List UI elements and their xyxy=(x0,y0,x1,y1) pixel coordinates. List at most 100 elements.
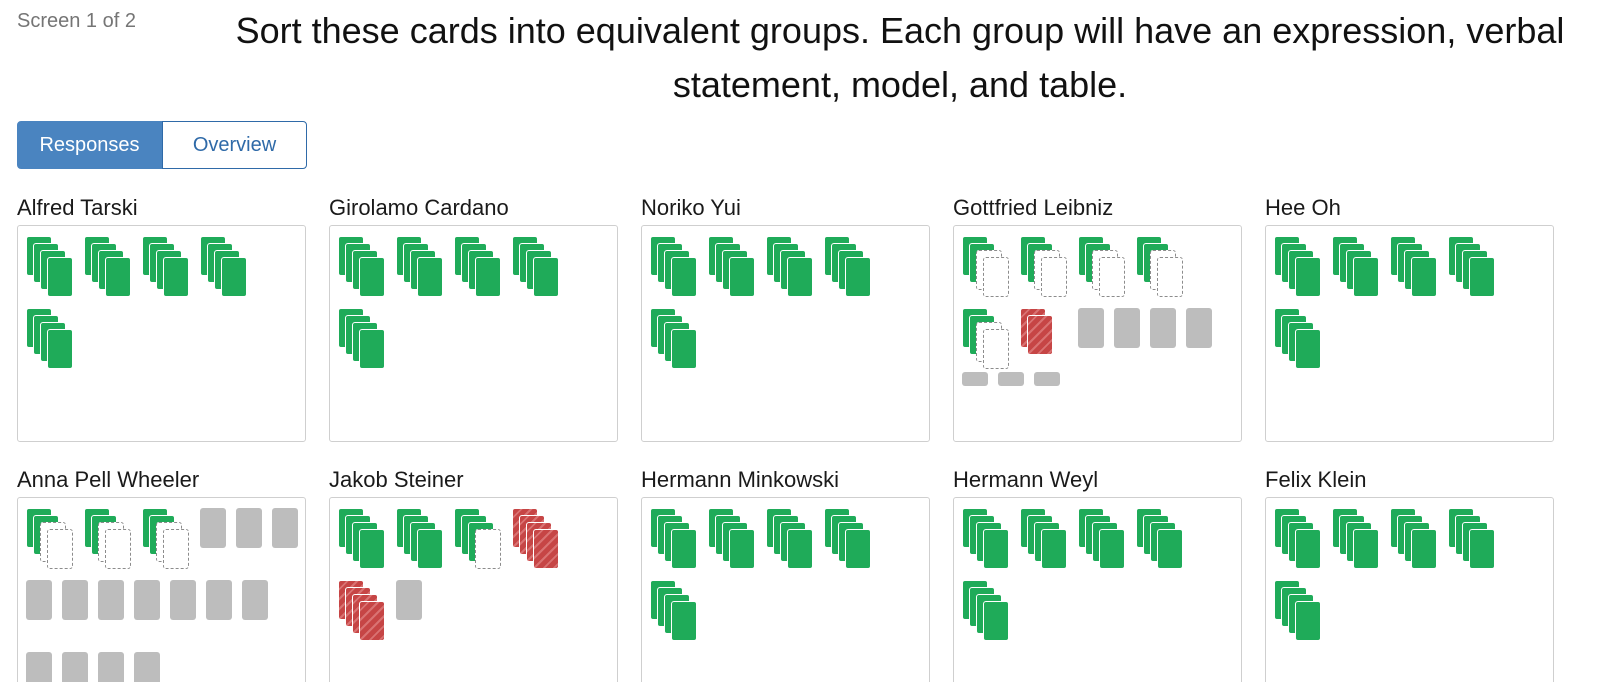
student-response-panel[interactable] xyxy=(953,497,1242,682)
student-name: Hee Oh xyxy=(1265,195,1341,220)
ungrouped-card[interactable] xyxy=(26,580,52,620)
card-group[interactable] xyxy=(1448,236,1498,300)
incorrect-card xyxy=(1027,315,1053,355)
card-group[interactable] xyxy=(338,508,388,572)
card-group[interactable] xyxy=(1332,236,1382,300)
ungrouped-card[interactable] xyxy=(200,508,226,548)
ungrouped-card[interactable] xyxy=(242,580,268,620)
card-group[interactable] xyxy=(650,508,700,572)
ungrouped-card[interactable] xyxy=(98,580,124,620)
card-group[interactable] xyxy=(708,236,758,300)
card-group[interactable] xyxy=(142,236,192,300)
matched-card xyxy=(359,257,385,297)
card-group[interactable] xyxy=(1136,236,1186,300)
tab-overview[interactable]: Overview xyxy=(162,121,307,169)
ungrouped-card[interactable] xyxy=(62,580,88,620)
card-group[interactable] xyxy=(26,236,76,300)
ungrouped-card[interactable] xyxy=(962,372,988,386)
missing-card-slot xyxy=(983,329,1009,369)
card-group[interactable] xyxy=(1274,508,1324,572)
student-response-panel[interactable] xyxy=(953,225,1242,442)
card-group[interactable] xyxy=(26,308,76,372)
card-group[interactable] xyxy=(338,580,388,644)
card-group[interactable] xyxy=(512,508,562,572)
matched-card xyxy=(787,529,813,569)
card-group[interactable] xyxy=(824,508,874,572)
card-group[interactable] xyxy=(454,508,504,572)
card-group[interactable] xyxy=(512,236,562,300)
card-group[interactable] xyxy=(84,508,134,572)
card-group[interactable] xyxy=(650,580,700,644)
student-response-panel[interactable] xyxy=(17,225,306,442)
card-group[interactable] xyxy=(84,236,134,300)
student-response-panel[interactable] xyxy=(1265,497,1554,682)
card-group[interactable] xyxy=(650,236,700,300)
ungrouped-card[interactable] xyxy=(998,372,1024,386)
matched-card xyxy=(1469,529,1495,569)
card-group[interactable] xyxy=(708,508,758,572)
card-group[interactable] xyxy=(454,236,504,300)
card-group[interactable] xyxy=(396,236,446,300)
matched-card xyxy=(533,257,559,297)
card-group[interactable] xyxy=(1332,508,1382,572)
ungrouped-card[interactable] xyxy=(98,652,124,682)
incorrect-card xyxy=(359,601,385,641)
card-group[interactable] xyxy=(1020,308,1070,372)
student-name: Alfred Tarski xyxy=(17,195,138,220)
student-name: Anna Pell Wheeler xyxy=(17,467,200,492)
ungrouped-card[interactable] xyxy=(206,580,232,620)
card-group[interactable] xyxy=(962,508,1012,572)
card-group[interactable] xyxy=(338,308,388,372)
ungrouped-card[interactable] xyxy=(236,508,262,548)
matched-card xyxy=(475,257,501,297)
card-group[interactable] xyxy=(824,236,874,300)
student-response-panel[interactable] xyxy=(641,497,930,682)
card-group[interactable] xyxy=(1078,508,1128,572)
card-group[interactable] xyxy=(1020,236,1070,300)
student-response-panel[interactable] xyxy=(17,497,306,682)
card-group[interactable] xyxy=(1020,508,1070,572)
card-group[interactable] xyxy=(650,308,700,372)
tab-responses[interactable]: Responses xyxy=(17,121,162,169)
card-group[interactable] xyxy=(766,236,816,300)
ungrouped-card[interactable] xyxy=(1114,308,1140,348)
student-response-panel[interactable] xyxy=(329,225,618,442)
ungrouped-card[interactable] xyxy=(134,652,160,682)
card-group[interactable] xyxy=(200,236,250,300)
card-group[interactable] xyxy=(1274,580,1324,644)
ungrouped-card[interactable] xyxy=(396,580,422,620)
ungrouped-card[interactable] xyxy=(134,580,160,620)
card-group[interactable] xyxy=(26,508,76,572)
ungrouped-card[interactable] xyxy=(170,580,196,620)
ungrouped-card[interactable] xyxy=(1078,308,1104,348)
ungrouped-card[interactable] xyxy=(26,652,52,682)
matched-card xyxy=(1295,601,1321,641)
card-group[interactable] xyxy=(1078,236,1128,300)
view-tabs: Responses Overview xyxy=(17,121,307,169)
card-group[interactable] xyxy=(1136,508,1186,572)
card-group[interactable] xyxy=(1390,236,1440,300)
student-response-panel[interactable] xyxy=(1265,225,1554,442)
card-group[interactable] xyxy=(1448,508,1498,572)
ungrouped-card[interactable] xyxy=(1034,372,1060,386)
card-group[interactable] xyxy=(1274,236,1324,300)
missing-card-slot xyxy=(1157,257,1183,297)
card-group[interactable] xyxy=(962,308,1012,372)
card-group[interactable] xyxy=(766,508,816,572)
card-group[interactable] xyxy=(962,580,1012,644)
ungrouped-card[interactable] xyxy=(1186,308,1212,348)
card-group[interactable] xyxy=(396,508,446,572)
matched-card xyxy=(1041,529,1067,569)
card-group[interactable] xyxy=(142,508,192,572)
student-response-panel[interactable] xyxy=(329,497,618,682)
ungrouped-card[interactable] xyxy=(272,508,298,548)
card-group[interactable] xyxy=(962,236,1012,300)
matched-card xyxy=(221,257,247,297)
student-response-panel[interactable] xyxy=(641,225,930,442)
card-group[interactable] xyxy=(1274,308,1324,372)
ungrouped-card[interactable] xyxy=(1150,308,1176,348)
ungrouped-card[interactable] xyxy=(62,652,88,682)
card-group[interactable] xyxy=(1390,508,1440,572)
card-group[interactable] xyxy=(338,236,388,300)
student-name: Gottfried Leibniz xyxy=(953,195,1114,220)
